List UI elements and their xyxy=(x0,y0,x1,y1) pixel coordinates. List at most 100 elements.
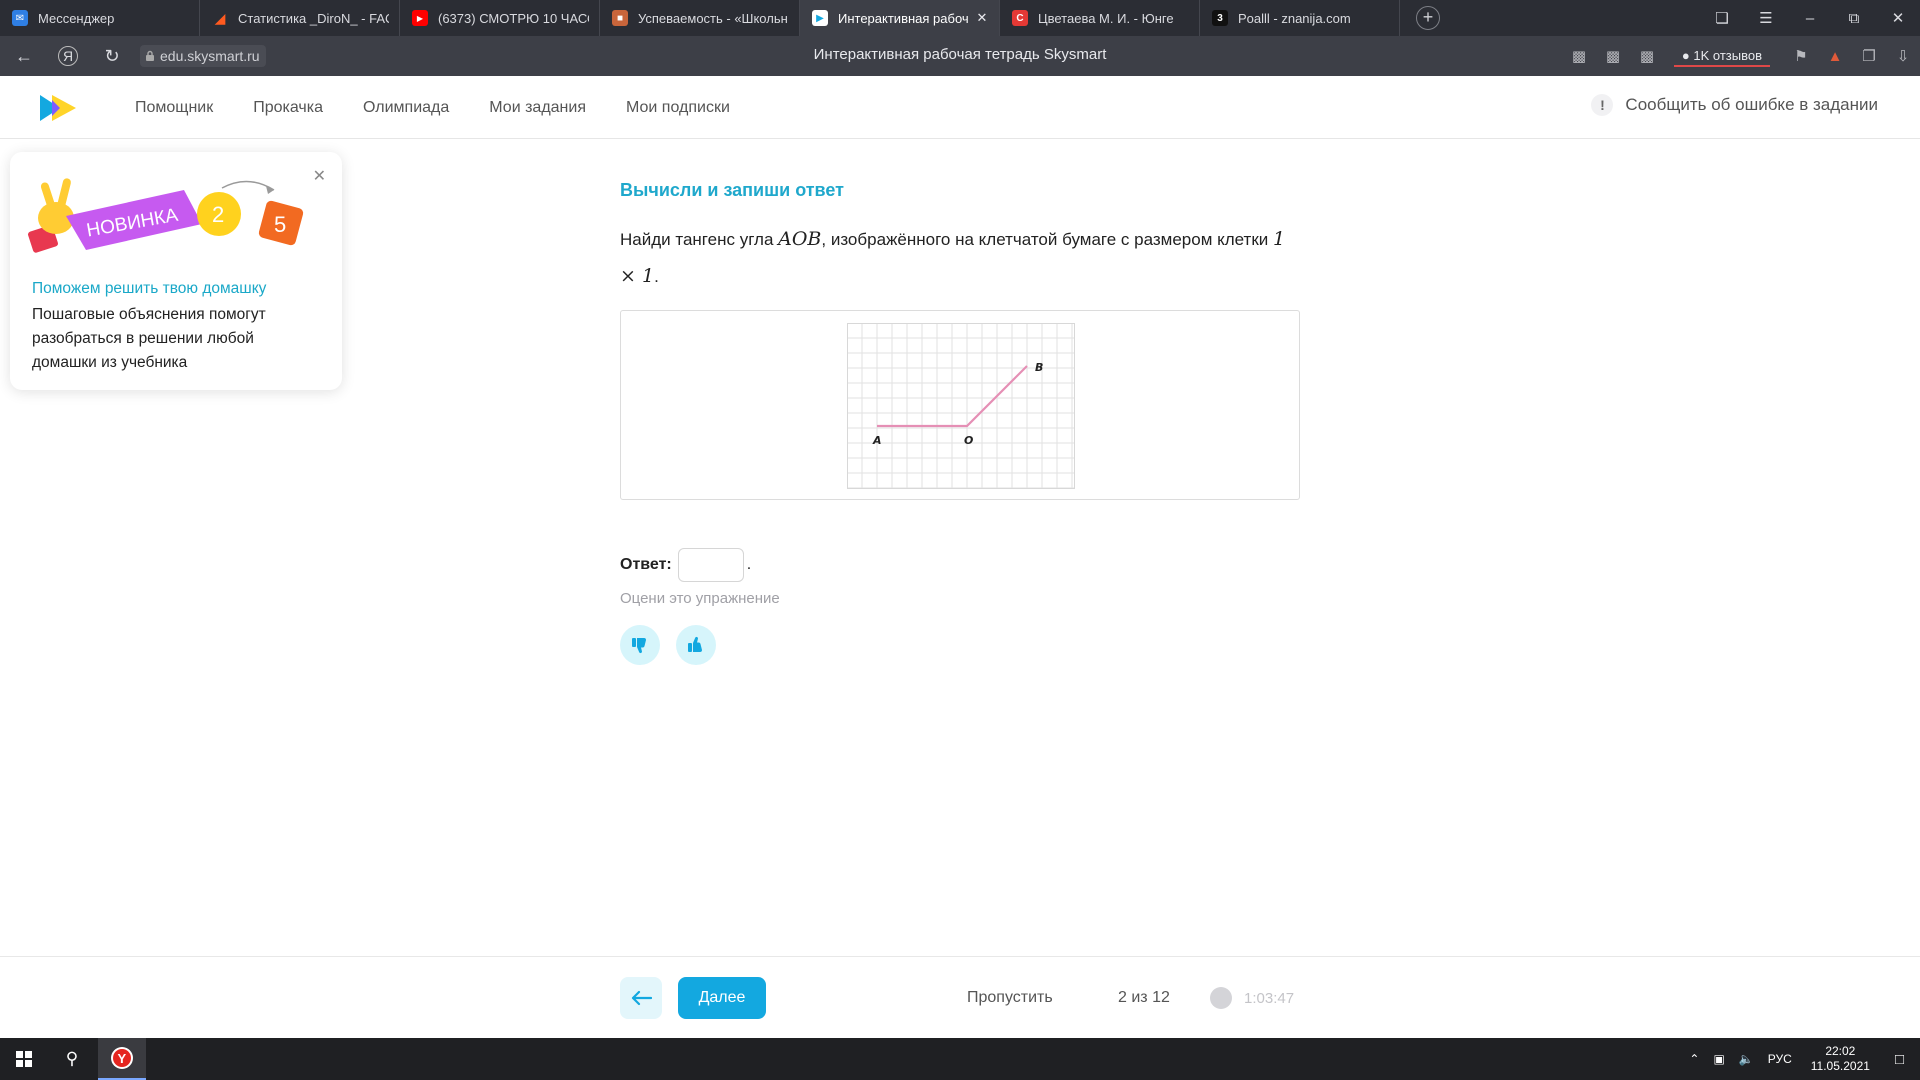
system-clock[interactable]: 22:02 11.05.2021 xyxy=(1811,1044,1870,1074)
znanija-icon: 3 xyxy=(1212,10,1228,26)
promo-card: ✕ НОВИНКА 2 5 Поможем решить твою домашк… xyxy=(10,152,342,390)
thumbs-up-icon xyxy=(688,636,702,652)
site-header: Помощник Прокачка Олимпиада Мои задания … xyxy=(0,76,1920,139)
youtube-icon: ▶ xyxy=(412,10,428,26)
system-tray: ⌃ ▣ 🔈 РУС 22:02 11.05.2021 □ xyxy=(1682,1038,1920,1080)
nav-item-olympiad[interactable]: Олимпиада xyxy=(363,99,449,117)
download-icon[interactable]: ⇩ xyxy=(1886,36,1920,76)
network-icon[interactable]: ▣ xyxy=(1713,1052,1724,1066)
promo-text: Пошаговые объяснения помогут разобраться… xyxy=(32,306,266,371)
reviews-button[interactable]: ● 1K отзывов xyxy=(1673,45,1770,67)
tab-title: Poalll - znanija.com xyxy=(1238,10,1351,26)
extension-red-icon[interactable]: ▲ xyxy=(1818,36,1852,76)
svg-text:Y: Y xyxy=(118,1051,127,1066)
tab-title: Статистика _DiroN_ - FACE xyxy=(238,10,389,26)
task-area: Вычисли и запиши ответ Найди тангенс угл… xyxy=(620,180,1300,665)
clock-time: 22:02 xyxy=(1825,1044,1856,1058)
clock-date: 11.05.2021 xyxy=(1810,1059,1870,1073)
nav-item-training[interactable]: Прокачка xyxy=(253,99,323,117)
answer-row: Ответ: . xyxy=(620,548,751,582)
skip-button[interactable]: Пропустить xyxy=(967,989,1053,1007)
point-label-a: A xyxy=(872,434,882,447)
angle-name: AOB xyxy=(778,228,822,250)
next-button[interactable]: Далее xyxy=(678,977,766,1019)
dislike-button[interactable] xyxy=(620,625,660,665)
tab-title: Мессенджер xyxy=(38,10,115,26)
report-error-label: Сообщить об ошибке в задании xyxy=(1625,95,1878,114)
like-button[interactable] xyxy=(676,625,716,665)
new-tab-button[interactable]: + xyxy=(1416,6,1440,30)
answer-dot: . xyxy=(746,556,752,573)
tab-title: Цветаева М. И. - Юнге xyxy=(1038,10,1174,26)
promo-illustration: НОВИНКА 2 5 xyxy=(28,178,304,253)
exclamation-icon: ! xyxy=(1591,94,1614,116)
volume-icon[interactable]: 🔈 xyxy=(1739,1052,1754,1066)
tab-messenger[interactable]: ✉ Мессенджер xyxy=(0,0,200,36)
previous-button[interactable] xyxy=(620,977,662,1019)
notifications-icon[interactable]: □ xyxy=(1895,1051,1904,1068)
minimize-icon[interactable]: – xyxy=(1788,0,1832,36)
skysmart-logo[interactable] xyxy=(40,95,76,121)
tab-title: Успеваемость - «Школьн xyxy=(638,10,788,26)
hand-icon xyxy=(28,178,74,253)
tab-faceit[interactable]: ◢ Статистика _DiroN_ - FACE xyxy=(200,0,400,36)
svg-text:5: 5 xyxy=(274,212,286,237)
thumbs-down-icon xyxy=(632,638,646,654)
grid-figure: A O B xyxy=(847,323,1075,489)
task-heading: Вычисли и запиши ответ xyxy=(620,180,844,200)
promo-title[interactable]: Поможем решить твою домашку xyxy=(32,280,266,298)
answer-label: Ответ: xyxy=(620,556,672,573)
school-icon: ■ xyxy=(612,10,628,26)
answer-input[interactable] xyxy=(677,548,744,582)
tab-znanija[interactable]: 3 Poalll - znanija.com xyxy=(1200,0,1400,36)
task-text-part2: , изображённого на клетчатой бумаге с ра… xyxy=(821,230,1273,249)
tabs-icon[interactable]: ❏ xyxy=(1700,0,1744,36)
svg-text:2: 2 xyxy=(212,202,224,227)
chevron-up-icon[interactable]: ⌃ xyxy=(1689,1052,1699,1066)
c-icon: C xyxy=(1012,10,1028,26)
yandex-browser-icon[interactable]: Y xyxy=(98,1038,146,1080)
menu-icon[interactable]: ☰ xyxy=(1744,0,1788,36)
task-text: Найди тангенс угла AOB, изображённого на… xyxy=(620,221,1300,295)
skysmart-icon: ▶ xyxy=(812,10,828,26)
nav-item-subscriptions[interactable]: Мои подписки xyxy=(626,99,730,117)
faceit-icon: ◢ xyxy=(214,9,226,26)
protect-icon[interactable]: ▩ xyxy=(1630,36,1664,76)
tab-skysmart[interactable]: ▶ Интерактивная рабоча ✕ xyxy=(800,0,1000,36)
tab-youtube[interactable]: ▶ (6373) СМОТРЮ 10 ЧАСО xyxy=(400,0,600,36)
main-nav: Помощник Прокачка Олимпиада Мои задания … xyxy=(135,76,770,139)
windows-start-icon[interactable] xyxy=(0,1038,48,1080)
search-icon[interactable]: ⚲ xyxy=(48,1038,96,1080)
task-footer: Далее Пропустить 2 из 12 1:03:47 xyxy=(0,956,1920,1038)
point-label-b: B xyxy=(1035,361,1043,374)
nav-item-my-tasks[interactable]: Мои задания xyxy=(489,99,586,117)
collections-icon[interactable]: ❐ xyxy=(1852,36,1886,76)
tab-title: (6373) СМОТРЮ 10 ЧАСО xyxy=(438,10,589,26)
window-controls: ❏ ☰ – ⧉ ✕ xyxy=(1700,0,1920,36)
language-indicator[interactable]: РУС xyxy=(1768,1052,1792,1066)
close-icon[interactable]: ✕ xyxy=(975,10,989,26)
reviews-label: 1K отзывов xyxy=(1693,47,1762,63)
arrow-left-icon xyxy=(631,990,652,1006)
rate-exercise-label: Оцени это упражнение xyxy=(620,590,780,607)
os-taskbar: ⚲ Y ⌃ ▣ 🔈 РУС 22:02 11.05.2021 □ xyxy=(0,1038,1920,1080)
tab-school[interactable]: ■ Успеваемость - «Школьн xyxy=(600,0,800,36)
tab-tsvetaeva[interactable]: C Цветаева М. И. - Юнге xyxy=(1000,0,1200,36)
task-counter: 2 из 12 xyxy=(1118,989,1170,1006)
arrow-icon xyxy=(221,180,275,191)
bookmark-icon[interactable]: ⚑ xyxy=(1784,36,1818,76)
report-error-button[interactable]: ! Сообщить об ошибке в задании xyxy=(1591,94,1878,116)
nav-item-helper[interactable]: Помощник xyxy=(135,99,213,117)
extension-icon[interactable]: ▩ xyxy=(1596,36,1630,76)
translate-icon[interactable]: ▩ xyxy=(1562,36,1596,76)
clock-icon xyxy=(1210,987,1232,1009)
address-bar-tools: ▩ ▩ ▩ ● 1K отзывов ⚑ ▲ ❐ ⇩ xyxy=(1562,36,1920,76)
close-window-icon[interactable]: ✕ xyxy=(1876,0,1920,36)
browser-tab-strip: ✉ Мессенджер ◢ Статистика _DiroN_ - FACE… xyxy=(0,0,1920,36)
address-bar: ← Я ↻ edu.skysmart.ru Интерактивная рабо… xyxy=(0,36,1920,76)
task-timer: 1:03:47 xyxy=(1244,990,1295,1007)
tab-title: Интерактивная рабоча xyxy=(838,10,969,26)
new-badge: НОВИНКА xyxy=(66,190,202,250)
messenger-icon: ✉ xyxy=(12,10,28,26)
restore-icon[interactable]: ⧉ xyxy=(1832,0,1876,36)
